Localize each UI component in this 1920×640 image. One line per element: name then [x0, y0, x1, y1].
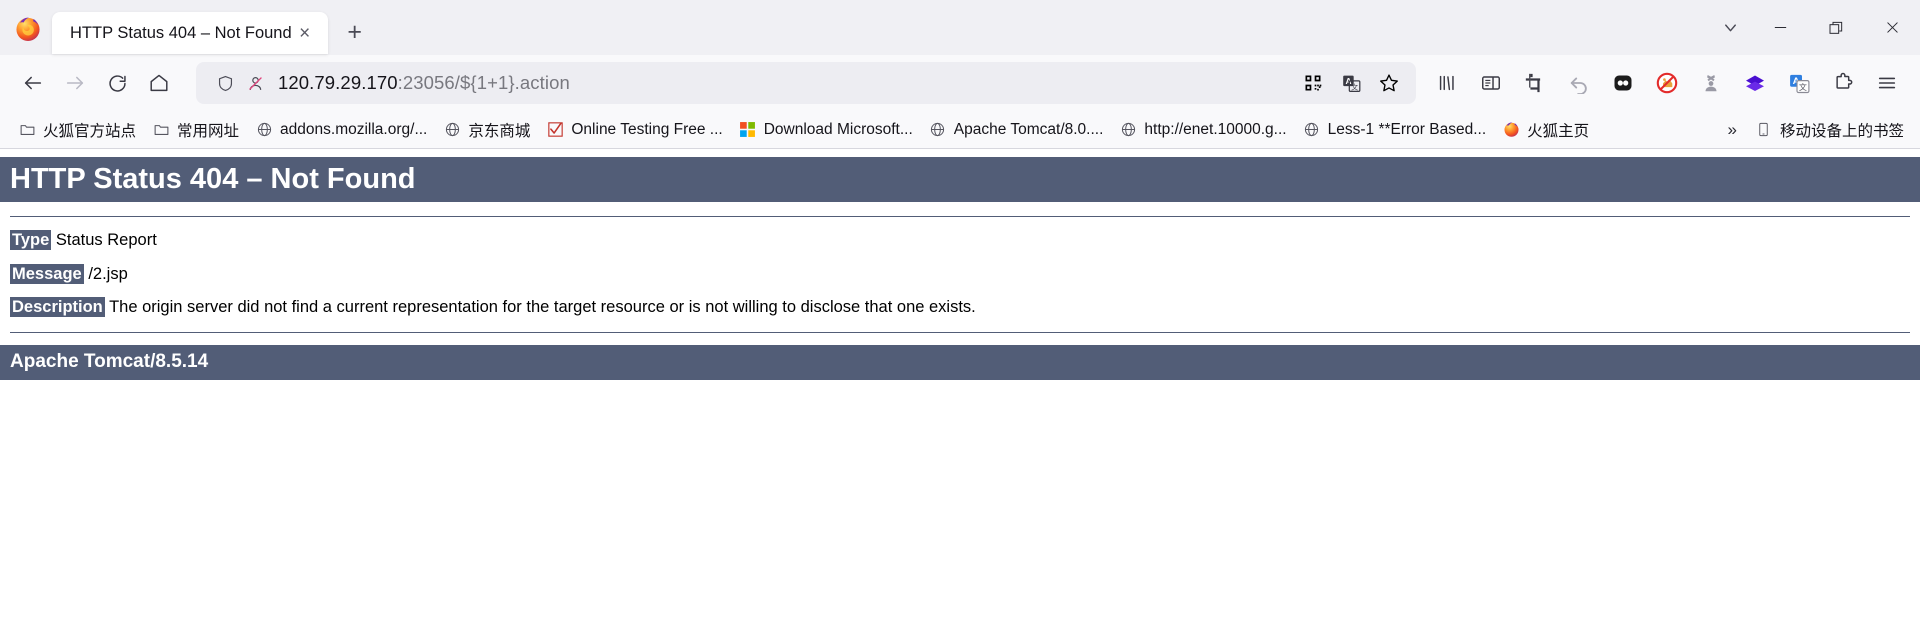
bookmark-item[interactable]: 常用网址	[144, 115, 247, 145]
extensions-puzzle-icon[interactable]	[1822, 62, 1864, 104]
bookmarks-overflow-chevron-icon[interactable]: »	[1718, 116, 1747, 144]
folder-icon	[18, 121, 36, 139]
bookmark-item[interactable]: 京东商城	[435, 115, 538, 145]
field-type-value: Status Report	[55, 231, 157, 250]
url-path: :23056/${1+1}.action	[397, 72, 570, 93]
qr-code-icon[interactable]	[1296, 66, 1330, 100]
bookmark-item[interactable]: http://enet.10000.g...	[1111, 117, 1294, 143]
home-button[interactable]	[138, 62, 180, 104]
list-all-tabs-icon[interactable]	[1708, 0, 1752, 55]
bookmark-item[interactable]: addons.mozilla.org/...	[247, 117, 435, 143]
bookmark-label: Download Microsoft...	[763, 120, 913, 138]
browser-window: HTTP Status 404 – Not Found × + 120.79.2…	[0, 0, 1920, 640]
restore-window-button-icon[interactable]	[1808, 0, 1864, 55]
page-title: HTTP Status 404 – Not Found	[0, 157, 1920, 203]
bookmark-item[interactable]: 火狐官方站点	[10, 115, 144, 145]
shield-icon[interactable]	[210, 68, 240, 98]
bookmark-item[interactable]: Download Microsoft...	[731, 117, 921, 143]
field-description: Description The origin server did not fi…	[10, 296, 1910, 318]
field-message: Message /2.jsp	[10, 263, 1910, 285]
divider-bottom	[10, 332, 1910, 334]
proxy-icon[interactable]	[1690, 62, 1732, 104]
mobile-device-icon	[1755, 121, 1773, 139]
window-controls	[1708, 0, 1920, 55]
bookmark-label: 火狐主页	[1527, 122, 1590, 140]
globe-icon	[1303, 121, 1321, 139]
minimize-button-icon[interactable]	[1752, 0, 1808, 55]
tracking-protection-disabled-icon[interactable]	[240, 68, 270, 98]
adblock-icon[interactable]	[1646, 62, 1688, 104]
tab-strip: HTTP Status 404 – Not Found × +	[0, 0, 1920, 55]
microsoft-icon	[739, 121, 757, 139]
layers-icon[interactable]	[1734, 62, 1776, 104]
navigation-toolbar: 120.79.29.170:23056/${1+1}.action A 文 A …	[0, 55, 1920, 111]
firefox-logo-icon	[16, 17, 40, 41]
sidebar-icon[interactable]	[1470, 62, 1512, 104]
url-host: 120.79.29.170	[278, 72, 398, 93]
dark-reader-icon[interactable]	[1602, 62, 1644, 104]
divider-top	[10, 216, 1910, 218]
url-text[interactable]: 120.79.29.170:23056/${1+1}.action	[270, 72, 1296, 94]
tomcat-error-page: HTTP Status 404 – Not Found Type Status …	[0, 157, 1920, 381]
library-icon[interactable]	[1426, 62, 1468, 104]
close-tab-icon[interactable]: ×	[292, 20, 318, 46]
bookmark-label: 火狐官方站点	[43, 122, 137, 140]
globe-icon	[255, 121, 273, 139]
page-viewport: HTTP Status 404 – Not Found Type Status …	[0, 149, 1920, 640]
bookmark-item[interactable]: Apache Tomcat/8.0....	[921, 117, 1112, 143]
checkbox-icon	[546, 121, 564, 139]
field-type: Type Status Report	[10, 229, 1910, 251]
bookmark-label: 京东商城	[468, 122, 531, 140]
field-description-value: The origin server did not find a current…	[109, 298, 976, 316]
extension-toolbar: A 文	[1426, 62, 1908, 104]
globe-icon	[1119, 121, 1137, 139]
reload-button[interactable]	[96, 62, 138, 104]
bookmarks-toolbar: 火狐官方站点 常用网址 addons.mozilla.org/... 京东商城	[0, 111, 1920, 149]
app-menu-icon[interactable]	[1866, 62, 1908, 104]
field-message-value: /2.jsp	[88, 264, 128, 283]
forward-button[interactable]	[54, 62, 96, 104]
back-button[interactable]	[12, 62, 54, 104]
bookmark-item[interactable]: Online Testing Free ...	[538, 117, 730, 143]
bookmark-item-mobile[interactable]: 移动设备上的书签	[1747, 115, 1912, 145]
bookmark-label: addons.mozilla.org/...	[280, 120, 428, 138]
undo-close-tab-icon[interactable]	[1558, 62, 1600, 104]
firefox-icon	[1502, 121, 1520, 139]
new-tab-button[interactable]: +	[338, 15, 372, 49]
bookmark-label: Apache Tomcat/8.0....	[953, 120, 1104, 138]
bookmark-label: Online Testing Free ...	[571, 120, 723, 138]
bookmark-label: 常用网址	[177, 122, 240, 140]
tab-title: HTTP Status 404 – Not Found	[70, 23, 292, 42]
globe-icon	[929, 121, 947, 139]
field-type-label: Type	[10, 230, 52, 251]
url-bar-actions: A 文	[1296, 66, 1406, 100]
globe-icon	[443, 121, 461, 139]
url-bar[interactable]: 120.79.29.170:23056/${1+1}.action A 文	[196, 62, 1416, 104]
bookmark-item[interactable]: Less-1 **Error Based...	[1295, 117, 1495, 143]
page-footer: Apache Tomcat/8.5.14	[0, 345, 1920, 381]
folder-icon	[152, 121, 170, 139]
bookmark-label: Less-1 **Error Based...	[1327, 120, 1487, 138]
svg-text:文: 文	[1351, 82, 1358, 91]
bookmark-label: http://enet.10000.g...	[1144, 120, 1287, 138]
close-window-button-icon[interactable]	[1864, 0, 1920, 55]
field-description-label: Description	[10, 297, 105, 317]
tab-http-status-404[interactable]: HTTP Status 404 – Not Found ×	[52, 12, 328, 54]
bookmark-star-icon[interactable]	[1372, 66, 1406, 100]
screenshot-icon[interactable]	[1514, 62, 1556, 104]
bookmark-label: 移动设备上的书签	[1779, 122, 1904, 140]
translate-page-icon[interactable]: A 文	[1334, 66, 1368, 100]
field-message-label: Message	[10, 263, 84, 284]
svg-text:文: 文	[1798, 82, 1806, 92]
translator-icon[interactable]: A 文	[1778, 62, 1820, 104]
bookmark-item[interactable]: 火狐主页	[1494, 115, 1597, 145]
